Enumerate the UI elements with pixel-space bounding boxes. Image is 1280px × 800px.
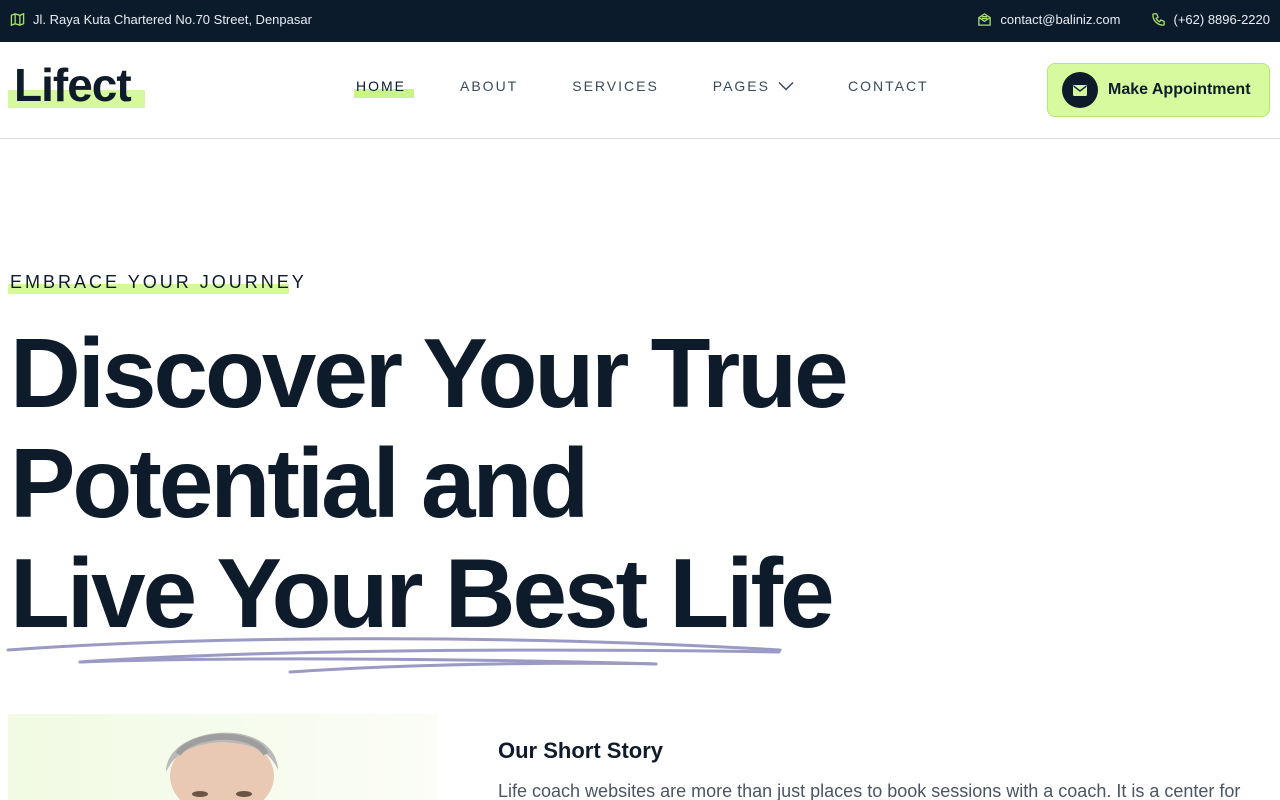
phone-text[interactable]: (+62) 8896-2220 [1174,12,1271,27]
nav-item-label: HOME [356,78,406,94]
headline-line-2: Potential and [10,428,589,538]
envelope-icon [1073,84,1087,96]
nav-item-label: CONTACT [847,78,929,94]
logo[interactable]: Lifect [14,62,132,108]
top-info-bar: Jl. Raya Kuta Chartered No.70 Street, De… [0,0,1280,42]
make-appointment-button[interactable]: Make Appointment [1047,63,1270,117]
eyebrow-text: EMBRACE YOUR JOURNEY [10,272,307,292]
nav-item-label: SERVICES [572,78,659,94]
headline-line-1: Discover Your True [10,318,849,428]
appointment-icon-circle [1062,72,1098,108]
coach-portrait [166,732,278,800]
nav-item-label: ABOUT [460,78,519,94]
story-text: Life coach websites are more than just p… [498,781,1241,800]
map-icon [10,12,25,27]
email-text[interactable]: contact@baliniz.com [1000,12,1120,27]
make-appointment-label: Make Appointment [1108,81,1251,98]
hero-eyebrow: EMBRACE YOUR JOURNEY [8,272,307,294]
nav-item-contact[interactable]: CONTACT [848,78,929,94]
site-header: Lifect HOME ABOUT SERVICES PAGES CONTACT [0,42,1280,139]
address-text: Jl. Raya Kuta Chartered No.70 Street, De… [33,12,312,27]
nav-item-pages[interactable]: PAGES [713,78,794,94]
story-title: Our Short Story [498,738,664,763]
hero-headline: Discover Your True Potential and Live Yo… [10,318,849,648]
phone-info[interactable]: (+62) 8896-2220 [1151,12,1271,27]
nav-item-label: PAGES [712,78,770,94]
nav-item-home[interactable]: HOME [354,78,414,98]
email-info[interactable]: contact@baliniz.com [977,12,1121,27]
mail-icon [978,13,992,26]
nav-item-services[interactable]: SERVICES [572,78,659,94]
coach-photo [8,714,438,800]
main-nav: HOME ABOUT SERVICES PAGES CONTACT [354,78,983,98]
chevron-down-icon [778,81,794,91]
nav-item-about[interactable]: ABOUT [460,78,518,94]
phone-icon [1151,13,1165,26]
underline-scribble [6,637,782,674]
address-info: Jl. Raya Kuta Chartered No.70 Street, De… [10,12,312,27]
